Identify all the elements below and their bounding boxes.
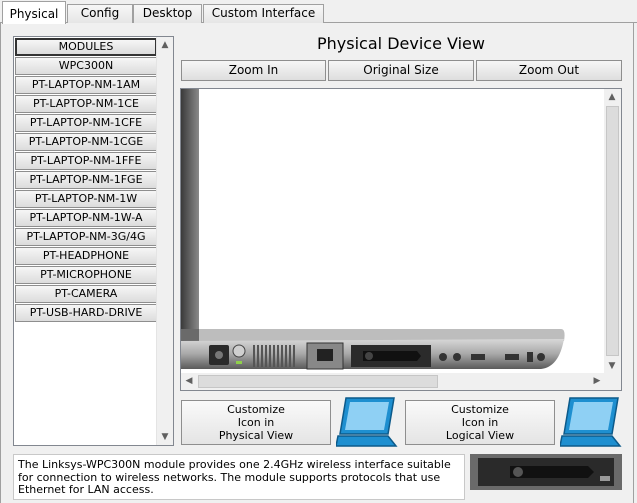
scroll-up-icon[interactable]: ▲ — [604, 89, 620, 105]
module-button-pt-camera[interactable]: PT-CAMERA — [15, 285, 157, 303]
button-label-line: Customize — [227, 403, 285, 416]
module-list-scrollbar[interactable]: ▲ ▼ — [156, 37, 173, 445]
module-button-wpc300n[interactable]: WPC300N — [15, 57, 157, 75]
module-button-pt-usb-hard-drive[interactable]: PT-USB-HARD-DRIVE — [15, 304, 157, 322]
module-button-pt-laptop-nm-1am[interactable]: PT-LAPTOP-NM-1AM — [15, 76, 157, 94]
device-view-horizontal-scrollbar[interactable]: ◀ ▶ — [181, 373, 606, 390]
device-view-vertical-scrollbar[interactable]: ▲ ▼ — [604, 89, 621, 374]
module-button-pt-laptop-nm-1w[interactable]: PT-LAPTOP-NM-1W — [15, 190, 157, 208]
button-label-line: Icon in — [237, 416, 275, 429]
button-label-line: Customize — [451, 403, 509, 416]
scroll-down-icon[interactable]: ▼ — [157, 429, 173, 445]
module-list-items: MODULES WPC300N PT-LAPTOP-NM-1AM PT-LAPTOP-… — [15, 38, 157, 323]
scroll-down-icon[interactable]: ▼ — [604, 358, 620, 374]
physical-device-view[interactable]: ▲ ▼ ◀ ▶ — [180, 88, 622, 391]
customize-physical-icon-button[interactable]: Customize Icon in Physical View — [181, 400, 331, 445]
vertical-scroll-thumb[interactable] — [606, 106, 619, 356]
zoom-out-button[interactable]: Zoom Out — [476, 60, 622, 81]
button-label-line: Physical View — [218, 429, 294, 442]
module-button-pt-laptop-nm-1w-a[interactable]: PT-LAPTOP-NM-1W-A — [15, 209, 157, 227]
module-button-pt-laptop-nm-3g-4g[interactable]: PT-LAPTOP-NM-3G/4G — [15, 228, 157, 246]
module-description: The Linksys-WPC300N module provides one … — [13, 454, 465, 500]
zoom-in-button[interactable]: Zoom In — [181, 60, 326, 81]
scroll-right-icon[interactable]: ▶ — [589, 373, 605, 389]
module-button-pt-laptop-nm-1ce[interactable]: PT-LAPTOP-NM-1CE — [15, 95, 157, 113]
button-label-line: Logical View — [445, 429, 515, 442]
laptop-icon — [336, 397, 398, 447]
module-button-modules[interactable]: MODULES — [15, 38, 157, 56]
tab-desktop[interactable]: Desktop — [133, 4, 202, 23]
tab-physical[interactable]: Physical — [2, 1, 66, 24]
tab-custom-interface[interactable]: Custom Interface — [203, 4, 324, 23]
customize-logical-icon-button[interactable]: Customize Icon in Logical View — [405, 400, 555, 445]
module-thumbnail-image — [470, 454, 622, 490]
module-button-pt-headphone[interactable]: PT-HEADPHONE — [15, 247, 157, 265]
page-title: Physical Device View — [317, 34, 485, 53]
module-button-pt-laptop-nm-1ffe[interactable]: PT-LAPTOP-NM-1FFE — [15, 152, 157, 170]
tab-bar: Physical Config Desktop Custom Interface — [0, 0, 637, 24]
scroll-left-icon[interactable]: ◀ — [181, 373, 197, 389]
module-button-pt-laptop-nm-1cfe[interactable]: PT-LAPTOP-NM-1CFE — [15, 114, 157, 132]
scrollbar-corner — [604, 373, 621, 390]
original-size-button[interactable]: Original Size — [328, 60, 474, 81]
button-label-line: Icon in — [461, 416, 499, 429]
module-button-pt-laptop-nm-1fge[interactable]: PT-LAPTOP-NM-1FGE — [15, 171, 157, 189]
module-button-pt-microphone[interactable]: PT-MICROPHONE — [15, 266, 157, 284]
laptop-side-image — [181, 89, 565, 370]
module-list: MODULES WPC300N PT-LAPTOP-NM-1AM PT-LAPTOP-… — [13, 36, 174, 446]
module-button-pt-laptop-nm-1cge[interactable]: PT-LAPTOP-NM-1CGE — [15, 133, 157, 151]
tab-config[interactable]: Config — [67, 4, 133, 23]
horizontal-scroll-thumb[interactable] — [198, 375, 438, 388]
scroll-up-icon[interactable]: ▲ — [157, 37, 173, 53]
laptop-icon — [560, 397, 622, 447]
